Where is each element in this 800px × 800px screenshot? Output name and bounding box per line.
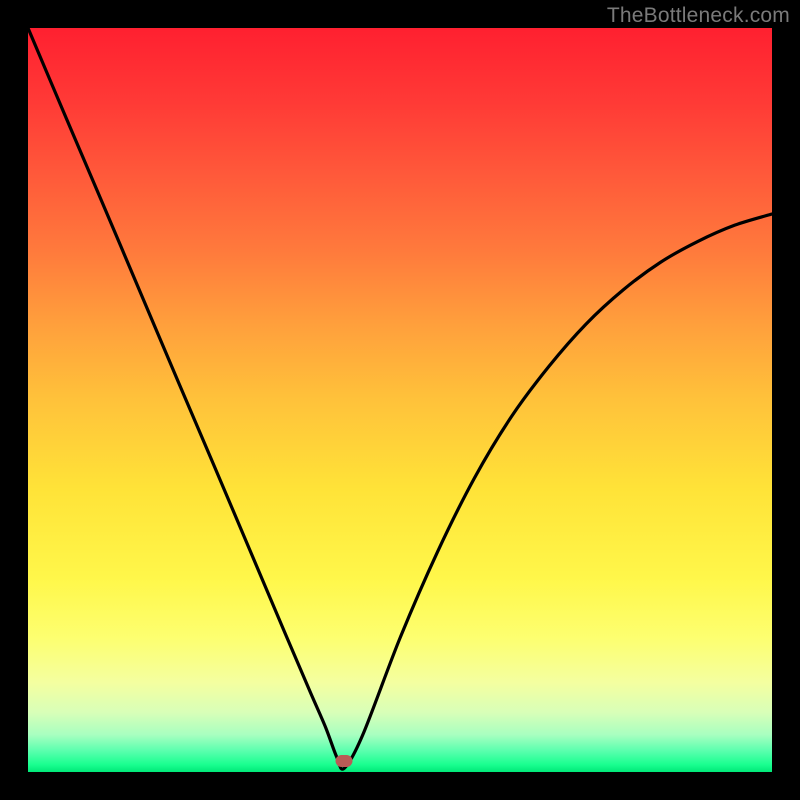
bottleneck-curve [28,28,772,772]
optimal-point-marker [336,755,353,767]
chart-container: TheBottleneck.com [0,0,800,800]
chart-frame [0,0,800,800]
watermark-text: TheBottleneck.com [607,4,790,28]
plot-area [28,28,772,772]
